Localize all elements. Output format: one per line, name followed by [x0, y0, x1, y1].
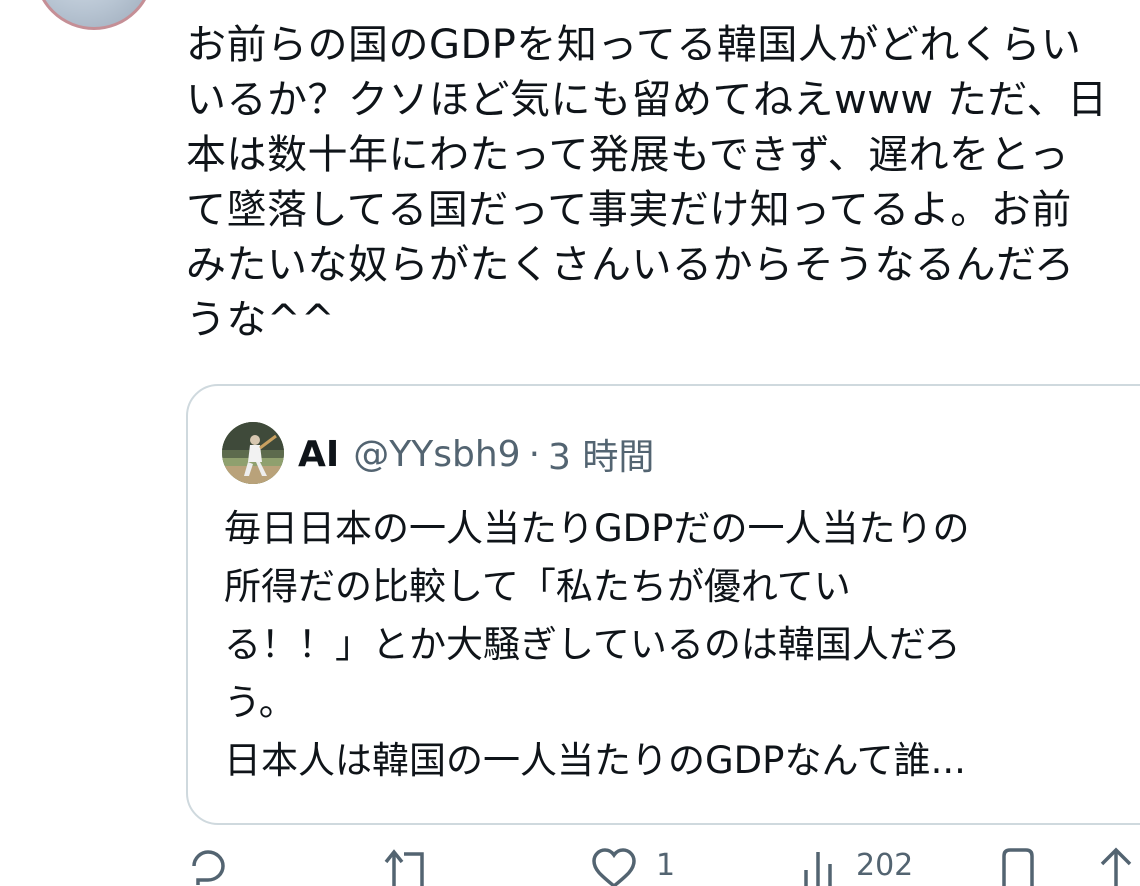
retweet-button[interactable]: [382, 846, 432, 886]
quoted-tweet-header: AI @YYsbh9 · 3 時間: [298, 426, 654, 482]
bookmark-button[interactable]: [998, 846, 1038, 886]
bookmark-icon: [1002, 848, 1034, 886]
baseball-player-photo: [222, 422, 284, 484]
tweet-text: お前らの国のGDPを知ってる韓国人がどれくらい いるか？クソほど気にも留めてねえ…: [186, 22, 1108, 343]
quoted-timestamp[interactable]: 3 時間: [548, 428, 654, 480]
separator-dot: ·: [528, 433, 541, 475]
views-count: 202: [856, 848, 914, 883]
user-avatar[interactable]: [34, 0, 154, 30]
share-button[interactable]: [1094, 846, 1138, 886]
views-button[interactable]: 202: [798, 846, 913, 886]
heart-icon: [592, 848, 636, 886]
share-icon: [1100, 847, 1132, 886]
retweet-icon: [384, 849, 424, 886]
quoted-tweet-text: 毎日日本の一人当たりGDPだの一人当たりの 所得だの比較して「私たちが優れてい …: [224, 507, 970, 782]
reply-icon: [192, 850, 225, 885]
views-icon: [804, 852, 832, 886]
quoted-display-name[interactable]: AI: [298, 434, 339, 475]
quoted-avatar[interactable]: [222, 422, 284, 484]
reply-button[interactable]: [186, 846, 230, 886]
quoted-handle[interactable]: @YYsbh9: [353, 434, 520, 475]
like-button[interactable]: 1: [590, 846, 675, 886]
tweet-action-bar: 1 202: [186, 846, 1140, 886]
like-count: 1: [656, 848, 676, 883]
